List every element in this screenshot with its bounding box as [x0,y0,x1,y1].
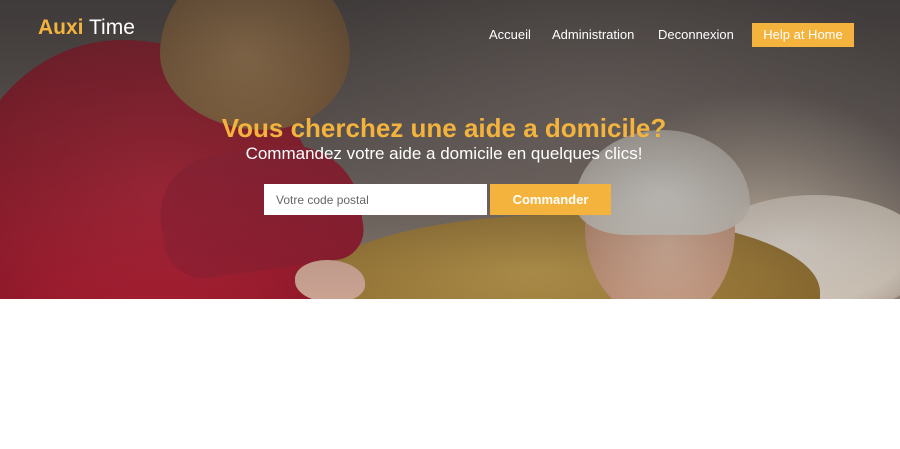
page-content-area [0,299,900,449]
postal-code-input[interactable] [264,184,487,215]
hero-section: Auxi Time Accueil Administration Deconne… [0,0,900,299]
hero-headline: Vous cherchez une aide a domicile? [221,113,667,143]
nav-link-accueil[interactable]: Accueil [489,26,531,44]
commander-button[interactable]: Commander [490,184,611,215]
logo-accent-text: Auxi [38,16,84,39]
help-at-home-button[interactable]: Help at Home [752,23,854,47]
logo-rest-text: Time [88,16,135,39]
nav-link-administration[interactable]: Administration [552,26,634,44]
site-logo[interactable]: Auxi Time [38,15,135,41]
nav-link-deconnexion[interactable]: Deconnexion [658,26,734,44]
hero-subheadline: Commandez votre aide a domicile en quelq… [245,144,643,163]
